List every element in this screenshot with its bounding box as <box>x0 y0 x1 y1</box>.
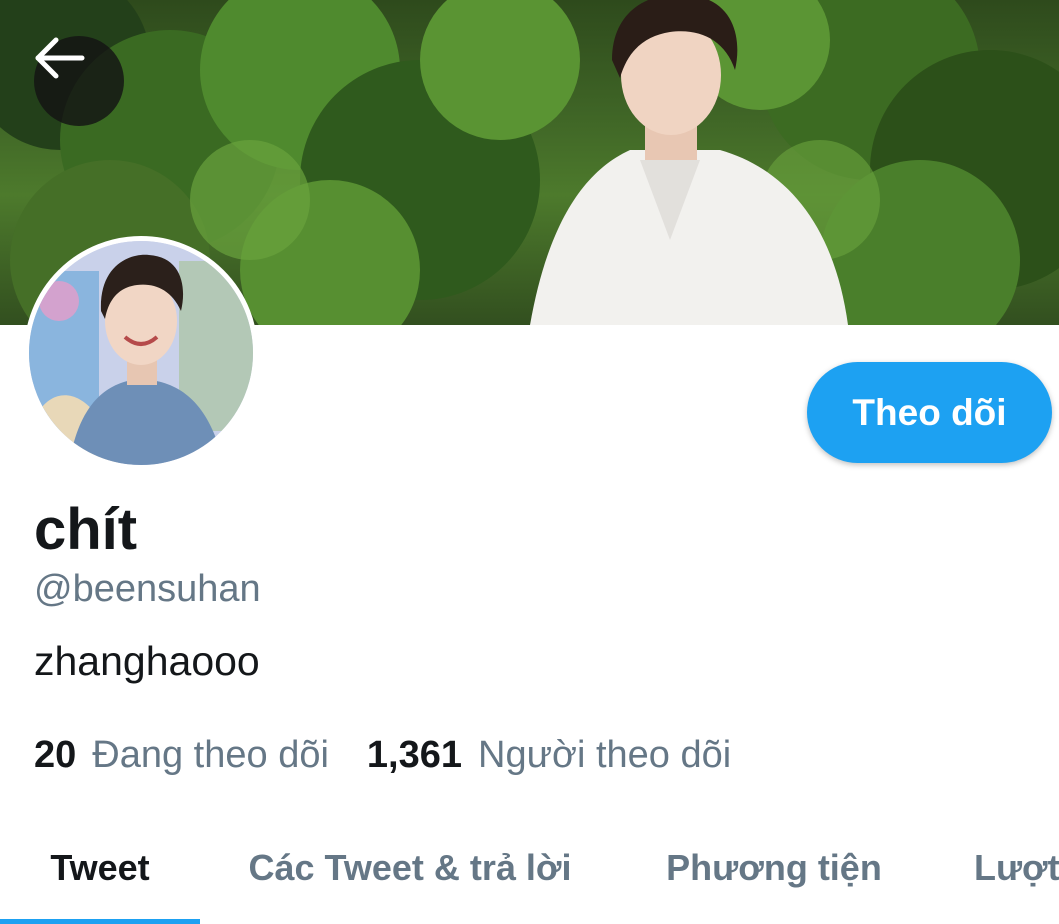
followers-label: Người theo dõi <box>478 734 732 776</box>
following-stat[interactable]: 20 Đang theo dõi <box>34 734 329 777</box>
display-name: chít <box>34 497 138 562</box>
followers-stat[interactable]: 1,361 Người theo dõi <box>367 734 731 777</box>
follow-stats: 20 Đang theo dõi 1,361 Người theo dõi <box>34 734 731 777</box>
tab-tweets-and-replies[interactable]: Các Tweet & trả lời <box>222 812 598 924</box>
profile-bio: zhanghaooo <box>34 638 260 684</box>
tab-media[interactable]: Phương tiện <box>640 812 908 924</box>
arrow-left-icon <box>35 37 85 79</box>
tab-tweets[interactable]: Tweet <box>0 812 200 924</box>
follow-button[interactable]: Theo dõi <box>807 362 1052 463</box>
following-label: Đang theo dõi <box>92 734 329 776</box>
following-count: 20 <box>34 734 77 776</box>
followers-count: 1,361 <box>366 734 463 776</box>
back-button[interactable] <box>34 36 124 126</box>
avatar[interactable] <box>24 236 258 470</box>
active-tab-indicator <box>0 919 200 924</box>
tab-likes[interactable]: Lượt <box>962 812 1059 924</box>
avatar-image <box>29 241 253 465</box>
user-handle: @beensuhan <box>34 568 261 610</box>
profile-tabs: Tweet Các Tweet & trả lời Phương tiện Lư… <box>0 812 1059 924</box>
